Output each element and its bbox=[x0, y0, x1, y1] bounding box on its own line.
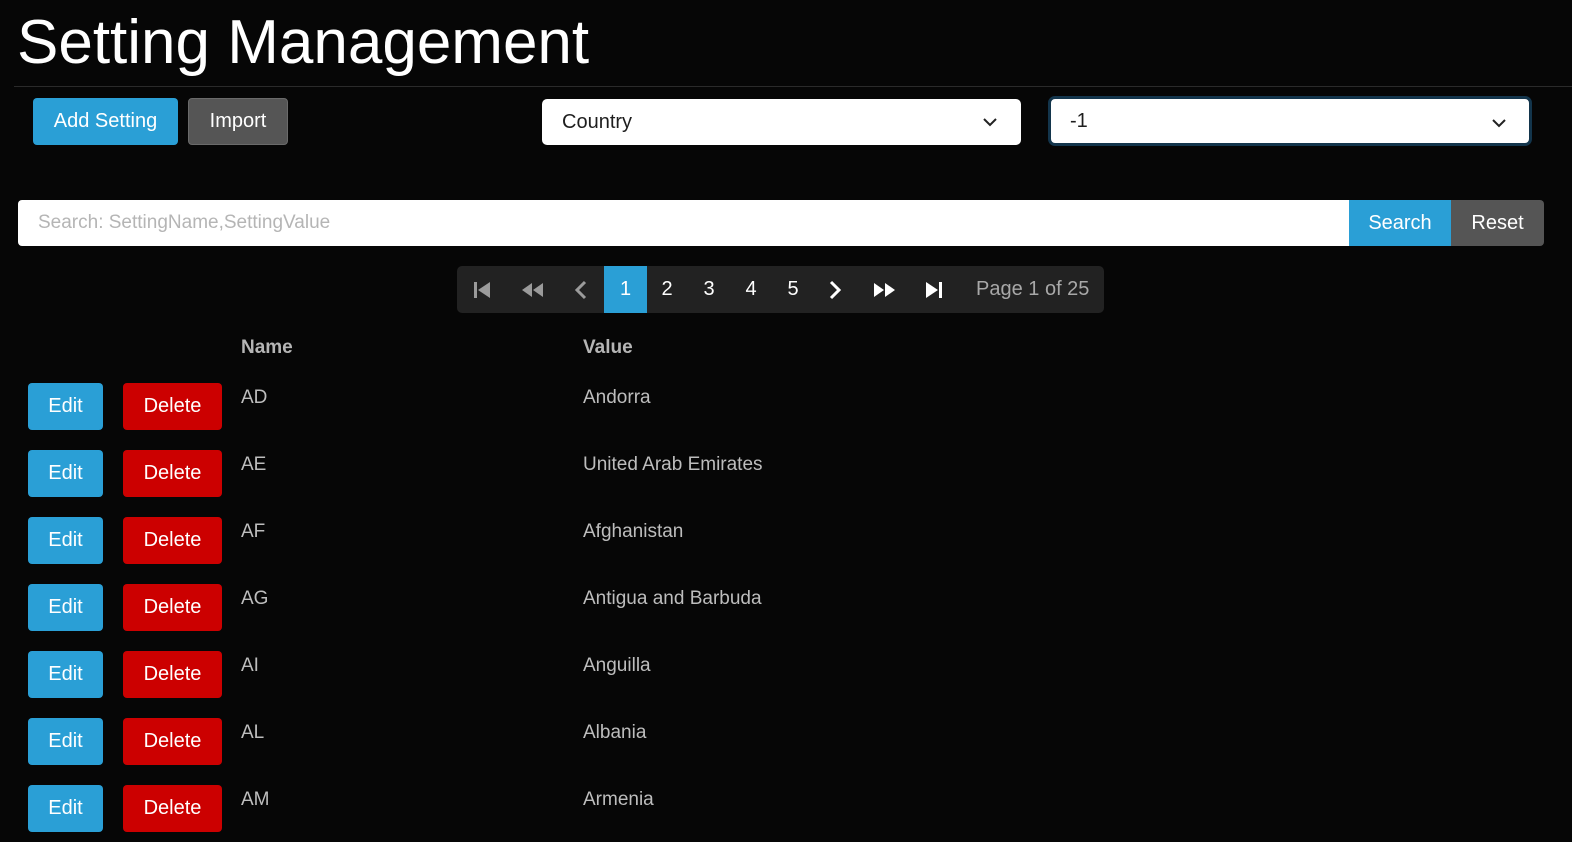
category-select[interactable]: Country bbox=[542, 99, 1021, 145]
cell-value: Armenia bbox=[583, 789, 654, 810]
page-button-5[interactable]: 5 bbox=[772, 266, 814, 313]
cell-value: Albania bbox=[583, 722, 647, 743]
edit-button[interactable]: Edit bbox=[28, 718, 103, 765]
category-select-value: Country bbox=[562, 110, 633, 133]
value-select-value: -1 bbox=[1070, 109, 1088, 132]
cell-name: AM bbox=[241, 789, 270, 810]
edit-button[interactable]: Edit bbox=[28, 517, 103, 564]
cell-value: United Arab Emirates bbox=[583, 454, 763, 475]
page-button-4[interactable]: 4 bbox=[730, 266, 772, 313]
previous-group-icon[interactable] bbox=[517, 266, 549, 313]
delete-button[interactable]: Delete bbox=[123, 651, 222, 698]
delete-button[interactable]: Delete bbox=[123, 718, 222, 765]
column-header-name: Name bbox=[241, 337, 293, 358]
cell-value: Andorra bbox=[583, 387, 651, 408]
chevron-down-icon bbox=[983, 118, 997, 127]
add-setting-button[interactable]: Add Setting bbox=[33, 98, 178, 145]
page-button-2[interactable]: 2 bbox=[647, 266, 687, 313]
page-info: Page 1 of 25 bbox=[976, 278, 1090, 300]
table-row: Edit Delete AG Antigua and Barbuda bbox=[0, 584, 1572, 651]
delete-button[interactable]: Delete bbox=[123, 785, 222, 832]
table-row: Edit Delete AD Andorra bbox=[0, 383, 1572, 450]
delete-button[interactable]: Delete bbox=[123, 450, 222, 497]
cell-name: AE bbox=[241, 454, 267, 475]
table-row: Edit Delete AF Afghanistan bbox=[0, 517, 1572, 584]
previous-page-icon[interactable] bbox=[565, 266, 597, 313]
edit-button[interactable]: Edit bbox=[28, 785, 103, 832]
cell-name: AI bbox=[241, 655, 259, 676]
page-title: Setting Management bbox=[17, 8, 590, 77]
cell-name: AD bbox=[241, 387, 268, 408]
table-row: Edit Delete AE United Arab Emirates bbox=[0, 450, 1572, 517]
first-page-icon[interactable] bbox=[467, 266, 497, 313]
cell-value: Afghanistan bbox=[583, 521, 684, 542]
table-row: Edit Delete AM Armenia bbox=[0, 785, 1572, 842]
edit-button[interactable]: Edit bbox=[28, 450, 103, 497]
table-row: Edit Delete AI Anguilla bbox=[0, 651, 1572, 718]
reset-button[interactable]: Reset bbox=[1451, 200, 1544, 246]
import-button[interactable]: Import bbox=[188, 98, 288, 145]
cell-name: AF bbox=[241, 521, 266, 542]
search-button[interactable]: Search bbox=[1349, 200, 1451, 246]
cell-name: AG bbox=[241, 588, 269, 609]
title-divider bbox=[14, 86, 1572, 87]
edit-button[interactable]: Edit bbox=[28, 383, 103, 430]
cell-name: AL bbox=[241, 722, 265, 743]
table-row: Edit Delete AL Albania bbox=[0, 718, 1572, 785]
chevron-down-icon bbox=[1492, 119, 1506, 128]
next-group-icon[interactable] bbox=[868, 266, 900, 313]
page-button-1[interactable]: 1 bbox=[604, 266, 647, 313]
delete-button[interactable]: Delete bbox=[123, 517, 222, 564]
cell-value: Anguilla bbox=[583, 655, 651, 676]
last-page-icon[interactable] bbox=[919, 266, 949, 313]
page-button-3[interactable]: 3 bbox=[688, 266, 730, 313]
pagination: 1 2 3 4 5 Page 1 of 25 bbox=[457, 266, 1104, 313]
column-header-value: Value bbox=[583, 337, 633, 358]
delete-button[interactable]: Delete bbox=[123, 383, 222, 430]
setting-management-page: Setting Management Add Setting Import Co… bbox=[0, 0, 1572, 842]
edit-button[interactable]: Edit bbox=[28, 584, 103, 631]
value-select[interactable]: -1 bbox=[1048, 96, 1532, 146]
next-page-icon[interactable] bbox=[819, 266, 851, 313]
delete-button[interactable]: Delete bbox=[123, 584, 222, 631]
cell-value: Antigua and Barbuda bbox=[583, 588, 762, 609]
edit-button[interactable]: Edit bbox=[28, 651, 103, 698]
search-input[interactable] bbox=[18, 200, 1350, 246]
